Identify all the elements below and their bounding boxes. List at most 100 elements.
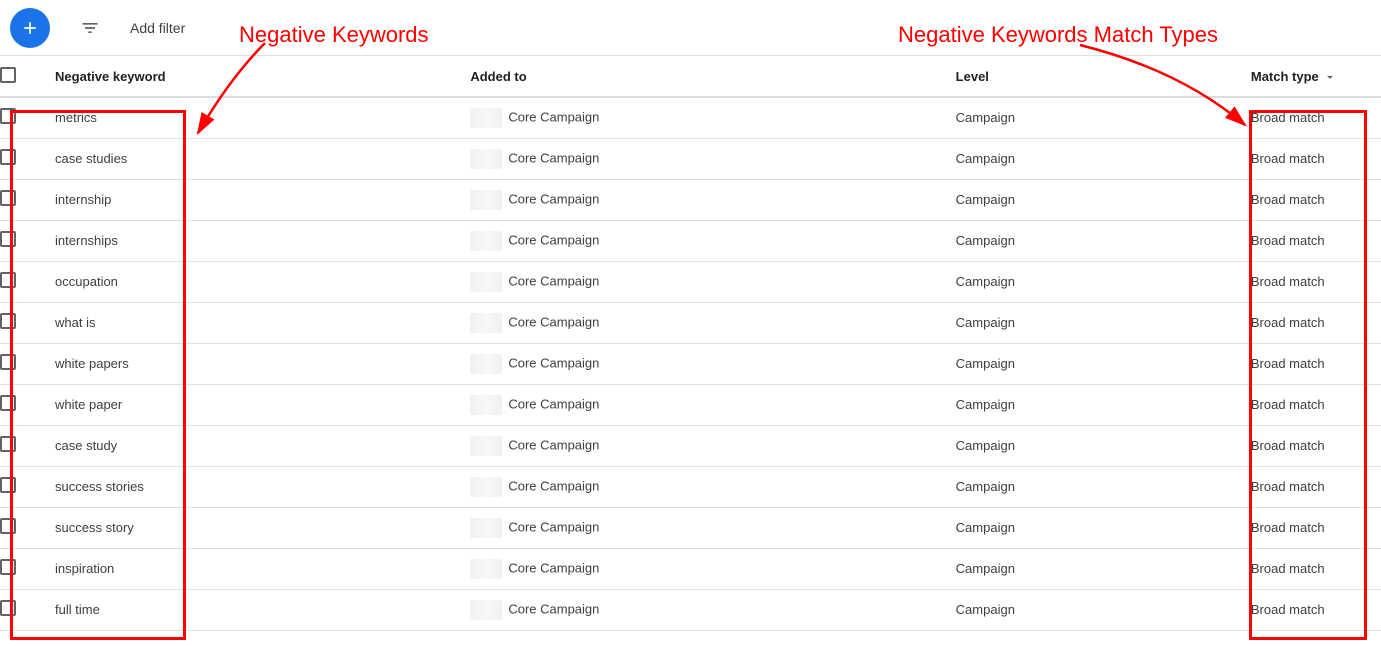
table-row[interactable]: internshipCore CampaignCampaignBroad mat… xyxy=(0,179,1381,220)
table-row[interactable]: case studyCore CampaignCampaignBroad mat… xyxy=(0,425,1381,466)
cell-match-type: Broad match xyxy=(1251,548,1381,589)
cell-keyword: white paper xyxy=(55,384,470,425)
cell-added-to: Core Campaign xyxy=(470,425,955,466)
cell-keyword: occupation xyxy=(55,261,470,302)
row-checkbox[interactable] xyxy=(0,395,16,411)
cell-match-type: Broad match xyxy=(1251,220,1381,261)
cell-keyword: internship xyxy=(55,179,470,220)
cell-match-type: Broad match xyxy=(1251,97,1381,138)
cell-level: Campaign xyxy=(956,138,1251,179)
cell-added-to: Core Campaign xyxy=(470,343,955,384)
cell-match-type: Broad match xyxy=(1251,302,1381,343)
row-checkbox[interactable] xyxy=(0,354,16,370)
add-filter-link[interactable]: Add filter xyxy=(130,20,185,36)
redacted-icon xyxy=(470,559,502,579)
match-type-label: Match type xyxy=(1251,69,1319,84)
table-row[interactable]: white paperCore CampaignCampaignBroad ma… xyxy=(0,384,1381,425)
cell-keyword: case study xyxy=(55,425,470,466)
cell-level: Campaign xyxy=(956,261,1251,302)
cell-keyword: inspiration xyxy=(55,548,470,589)
redacted-icon xyxy=(470,600,502,620)
row-checkbox[interactable] xyxy=(0,600,16,616)
row-checkbox[interactable] xyxy=(0,272,16,288)
cell-match-type: Broad match xyxy=(1251,179,1381,220)
sort-desc-icon xyxy=(1323,69,1337,83)
cell-added-to: Core Campaign xyxy=(470,302,955,343)
table-row[interactable]: metricsCore CampaignCampaignBroad match xyxy=(0,97,1381,138)
row-checkbox[interactable] xyxy=(0,518,16,534)
col-header-negative-keyword[interactable]: Negative keyword xyxy=(55,56,470,97)
cell-keyword: metrics xyxy=(55,97,470,138)
cell-keyword: full time xyxy=(55,589,470,630)
redacted-icon xyxy=(470,190,502,210)
cell-keyword: internships xyxy=(55,220,470,261)
cell-level: Campaign xyxy=(956,384,1251,425)
row-checkbox[interactable] xyxy=(0,231,16,247)
cell-level: Campaign xyxy=(956,179,1251,220)
cell-match-type: Broad match xyxy=(1251,343,1381,384)
negative-keywords-table: Negative keyword Added to Level Match ty… xyxy=(0,56,1381,631)
table-row[interactable]: full timeCore CampaignCampaignBroad matc… xyxy=(0,589,1381,630)
cell-added-to: Core Campaign xyxy=(470,220,955,261)
cell-level: Campaign xyxy=(956,507,1251,548)
table-row[interactable]: success storiesCore CampaignCampaignBroa… xyxy=(0,466,1381,507)
cell-added-to: Core Campaign xyxy=(470,466,955,507)
redacted-icon xyxy=(470,518,502,538)
row-checkbox[interactable] xyxy=(0,149,16,165)
col-header-added-to[interactable]: Added to xyxy=(470,56,955,97)
col-header-match-type[interactable]: Match type xyxy=(1251,56,1381,97)
cell-level: Campaign xyxy=(956,425,1251,466)
cell-keyword: success stories xyxy=(55,466,470,507)
redacted-icon xyxy=(470,231,502,251)
row-checkbox[interactable] xyxy=(0,313,16,329)
row-checkbox[interactable] xyxy=(0,108,16,124)
cell-level: Campaign xyxy=(956,220,1251,261)
row-checkbox[interactable] xyxy=(0,436,16,452)
redacted-icon xyxy=(470,313,502,333)
cell-match-type: Broad match xyxy=(1251,507,1381,548)
redacted-icon xyxy=(470,477,502,497)
cell-added-to: Core Campaign xyxy=(470,138,955,179)
row-checkbox[interactable] xyxy=(0,559,16,575)
filter-button[interactable] xyxy=(78,16,102,40)
filter-icon xyxy=(80,18,100,38)
row-checkbox[interactable] xyxy=(0,190,16,206)
redacted-icon xyxy=(470,108,502,128)
table-row[interactable]: success storyCore CampaignCampaignBroad … xyxy=(0,507,1381,548)
cell-added-to: Core Campaign xyxy=(470,507,955,548)
table-header-row: Negative keyword Added to Level Match ty… xyxy=(0,56,1381,97)
cell-match-type: Broad match xyxy=(1251,589,1381,630)
add-button[interactable] xyxy=(10,8,50,48)
cell-added-to: Core Campaign xyxy=(470,589,955,630)
cell-match-type: Broad match xyxy=(1251,466,1381,507)
cell-level: Campaign xyxy=(956,97,1251,138)
plus-icon xyxy=(20,18,40,38)
cell-added-to: Core Campaign xyxy=(470,97,955,138)
table-row[interactable]: what isCore CampaignCampaignBroad match xyxy=(0,302,1381,343)
cell-keyword: what is xyxy=(55,302,470,343)
col-header-level[interactable]: Level xyxy=(956,56,1251,97)
row-checkbox[interactable] xyxy=(0,477,16,493)
cell-keyword: success story xyxy=(55,507,470,548)
redacted-icon xyxy=(470,354,502,374)
table-row[interactable]: occupationCore CampaignCampaignBroad mat… xyxy=(0,261,1381,302)
cell-added-to: Core Campaign xyxy=(470,179,955,220)
cell-added-to: Core Campaign xyxy=(470,261,955,302)
cell-match-type: Broad match xyxy=(1251,261,1381,302)
table-row[interactable]: case studiesCore CampaignCampaignBroad m… xyxy=(0,138,1381,179)
cell-level: Campaign xyxy=(956,466,1251,507)
redacted-icon xyxy=(470,436,502,456)
cell-match-type: Broad match xyxy=(1251,138,1381,179)
cell-added-to: Core Campaign xyxy=(470,384,955,425)
redacted-icon xyxy=(470,272,502,292)
redacted-icon xyxy=(470,395,502,415)
table-row[interactable]: internshipsCore CampaignCampaignBroad ma… xyxy=(0,220,1381,261)
redacted-icon xyxy=(470,149,502,169)
table-row[interactable]: inspirationCore CampaignCampaignBroad ma… xyxy=(0,548,1381,589)
select-all-checkbox[interactable] xyxy=(0,67,16,83)
cell-match-type: Broad match xyxy=(1251,425,1381,466)
table-row[interactable]: white papersCore CampaignCampaignBroad m… xyxy=(0,343,1381,384)
toolbar: Add filter xyxy=(0,0,1381,56)
cell-keyword: case studies xyxy=(55,138,470,179)
cell-added-to: Core Campaign xyxy=(470,548,955,589)
